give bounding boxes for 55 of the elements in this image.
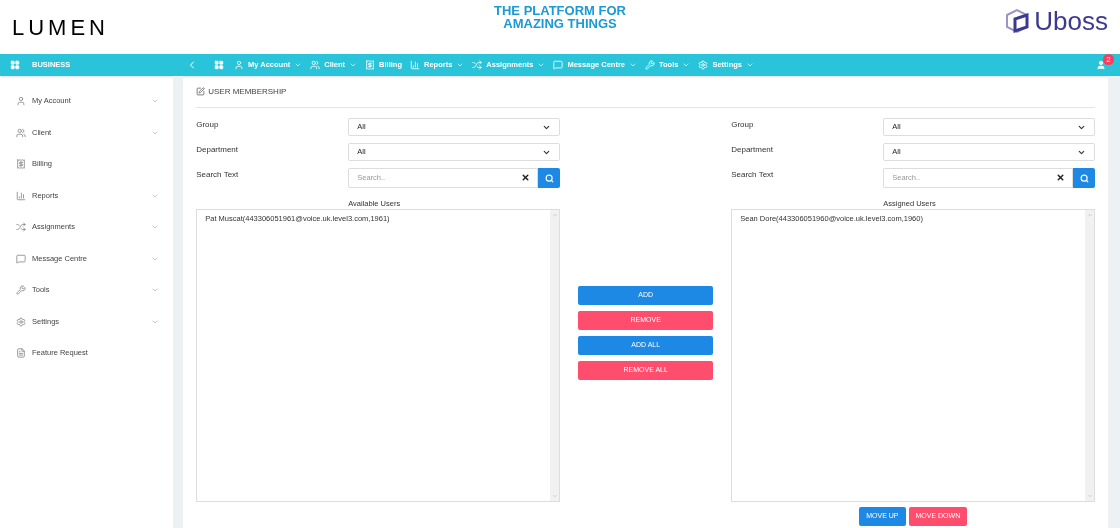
chevron-icon: [629, 61, 637, 69]
chat-icon: [16, 253, 26, 264]
chevron-icon: [537, 61, 546, 69]
chevron-icon: [151, 97, 160, 105]
cube-logo-icon: [1004, 8, 1031, 34]
field-label: Department: [196, 144, 239, 156]
scroll-up-icon[interactable]: [1086, 212, 1093, 218]
receipt-icon: [16, 159, 26, 169]
field-label: Group: [731, 119, 755, 131]
tagline: THE PLATFORM FOR AMAZING THINGS: [494, 4, 626, 30]
grid-icon[interactable]: [10, 60, 20, 70]
grid-icon[interactable]: [214, 60, 224, 70]
search-button[interactable]: [1073, 168, 1096, 188]
chevron-icon: [746, 61, 755, 69]
edit-icon: [196, 87, 206, 96]
search-button[interactable]: [538, 168, 561, 188]
scrollbar[interactable]: [550, 210, 560, 501]
user-icon: [234, 60, 244, 70]
search-icon: [1079, 173, 1089, 183]
wrench-icon: [645, 60, 655, 70]
brand-logo: LUMEN: [12, 13, 110, 42]
search-icon: [544, 173, 554, 183]
chevron-icon: [151, 286, 160, 294]
field-label: Search Text: [196, 169, 240, 181]
clear-icon[interactable]: [521, 173, 531, 182]
users-icon: [310, 60, 321, 70]
field-label: Group: [196, 119, 220, 131]
chevron-icon: [456, 61, 465, 69]
scrollbar[interactable]: [1085, 210, 1095, 501]
chevron-icon: [682, 61, 691, 69]
document-icon: [16, 348, 26, 358]
scroll-down-icon[interactable]: [551, 493, 558, 499]
chat-icon: [553, 60, 564, 70]
bar-chart-icon: [410, 60, 420, 70]
wrench-icon: [16, 285, 26, 295]
gear-icon: [698, 60, 709, 70]
chevron-icon: [151, 223, 160, 231]
user-icon: [16, 96, 26, 106]
chevron-icon: [294, 61, 303, 69]
gear-icon: [16, 316, 26, 327]
scroll-up-icon[interactable]: [551, 212, 558, 218]
users-icon: [16, 127, 26, 138]
page-title: USER MEMBERSHIP: [208, 85, 287, 98]
receipt-icon: [365, 60, 376, 70]
clear-icon[interactable]: [1056, 173, 1066, 182]
bar-chart-icon: [16, 190, 26, 201]
shuffle-icon: [472, 60, 483, 70]
product-logo: Uboss: [1034, 8, 1108, 34]
shuffle-icon: [16, 222, 26, 232]
field-label: Department: [731, 144, 774, 156]
scroll-down-icon[interactable]: [1086, 493, 1093, 499]
field-label: Search Text: [731, 169, 775, 181]
chevron-icon: [349, 61, 358, 69]
user-icon[interactable]: [1096, 60, 1106, 70]
notification-badge: 2: [1103, 54, 1114, 65]
